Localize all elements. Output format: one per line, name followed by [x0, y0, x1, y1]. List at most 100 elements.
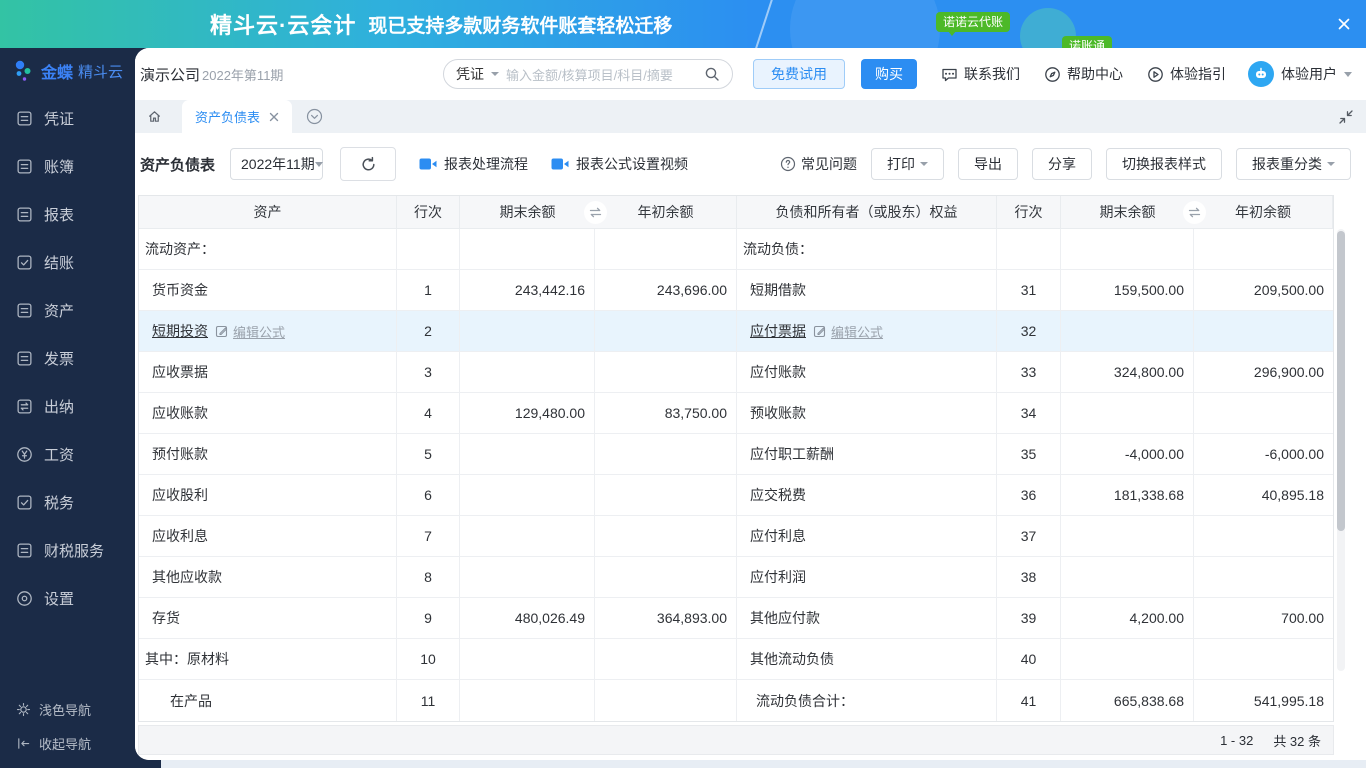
free-trial-button[interactable]: 免费试用 [753, 59, 845, 89]
asset-ending-balance-cell [460, 475, 595, 515]
global-search-input[interactable]: 凭证 输入金额/核算项目/科目/摘要 [443, 59, 733, 89]
refresh-button[interactable] [340, 147, 397, 181]
sidebar-item-payroll[interactable]: 工资 [0, 430, 135, 478]
banner-close-icon[interactable] [1336, 16, 1352, 32]
liability-name-cell: 应付票据 编辑公式 [737, 311, 997, 351]
sidebar-item-tax-service[interactable]: 财税服务 [0, 526, 135, 574]
table-row[interactable]: 应收利息 7 应付利息 37 [139, 516, 1333, 557]
period-select[interactable]: 2022年11期 [230, 148, 324, 180]
asset-beginning-balance-cell [595, 516, 737, 556]
table-row[interactable]: 货币资金 1 243,442.16 243,696.00 短期借款 31 159,500.0… [139, 270, 1333, 311]
vertical-scrollbar[interactable] [1337, 229, 1345, 671]
sidebar-item-cashier[interactable]: 出纳 [0, 382, 135, 430]
asset-beginning-balance-value: 83,750.00 [664, 405, 727, 421]
liability-ending-balance-cell: -4,000.00 [1061, 434, 1194, 474]
asset-ending-balance-cell: 480,026.49 [460, 598, 595, 638]
switch-style-button[interactable]: 切换报表样式 [1106, 148, 1222, 180]
liability-ending-balance-cell: 159,500.00 [1061, 270, 1194, 310]
contact-us-button[interactable]: 联系我们 [941, 64, 1020, 84]
table-row[interactable]: 其他应收款 8 应付利润 38 [139, 557, 1333, 598]
edit-formula-link[interactable]: 编辑公式 [831, 322, 883, 341]
asset-ending-balance-value: 129,480.00 [514, 405, 585, 421]
search-icon[interactable] [704, 66, 720, 82]
sidebar-item-voucher[interactable]: 凭证 [0, 94, 135, 142]
liability-beginning-balance-cell [1194, 557, 1333, 597]
sidebar-item-asset[interactable]: 资产 [0, 286, 135, 334]
swap-columns-icon[interactable] [584, 201, 607, 224]
share-label: 分享 [1048, 156, 1076, 172]
table-row[interactable]: 预付账款 5 应付职工薪酬 35 -4,000.00 -6,000.00 [139, 434, 1333, 475]
chat-icon [942, 68, 957, 81]
liability-name: 短期借款 [750, 282, 806, 298]
table-row[interactable]: 在产品 11 流动负债合计： 41 665,838.68 541,995.18 [139, 680, 1333, 721]
asset-line-no-value: 5 [424, 446, 432, 462]
liability-line-no-cell: 37 [997, 516, 1061, 556]
asset-ending-balance-cell: 129,480.00 [460, 393, 595, 433]
user-menu[interactable]: 体验用户 [1248, 61, 1352, 87]
asset-formula-link[interactable]: 短期投资 [152, 321, 208, 341]
liability-name-cell: 流动负债合计： [737, 680, 997, 721]
asset-beginning-balance-cell [595, 475, 737, 515]
company-period-label: 演示公司 2022年第11期 [140, 64, 283, 85]
asset-line-no-value: 2 [424, 323, 432, 339]
liability-line-no-value: 38 [1020, 569, 1037, 585]
formula-video-link[interactable]: 报表公式设置视频 [551, 154, 688, 174]
edit-formula-icon[interactable] [813, 324, 827, 338]
asset-ending-balance-value: 480,026.49 [514, 610, 585, 626]
table-row[interactable]: 应收账款 4 129,480.00 83,750.00 预收账款 34 [139, 393, 1333, 434]
tab-balance-sheet[interactable]: 资产负债表 [182, 100, 293, 133]
liability-line-no-cell [997, 229, 1061, 269]
asset-name-cell: 短期投资 编辑公式 [139, 311, 397, 351]
export-button[interactable]: 导出 [958, 148, 1018, 180]
liability-ending-balance-value: 324,800.00 [1113, 364, 1184, 380]
table-row[interactable]: 流动资产： 流动负债： [139, 229, 1333, 270]
tab-close-icon[interactable] [269, 112, 279, 122]
sidebar-item-report[interactable]: 报表 [0, 190, 135, 238]
edit-formula-icon[interactable] [215, 324, 229, 338]
sidebar-item-label: 工资 [44, 446, 75, 464]
edit-formula-link[interactable]: 编辑公式 [233, 322, 285, 341]
sidebar-item-ledger[interactable]: 账簿 [0, 142, 135, 190]
reclassify-label: 报表重分类 [1252, 156, 1322, 172]
sidebar-item-label: 凭证 [44, 110, 75, 128]
report-flow-link[interactable]: 报表处理流程 [419, 154, 528, 174]
table-row[interactable]: 应收票据 3 应付账款 33 324,800.00 296,900.00 [139, 352, 1333, 393]
liability-ending-balance-cell [1061, 639, 1194, 679]
sidebar-item-closing[interactable]: 结账 [0, 238, 135, 286]
swap-columns-icon[interactable] [1183, 201, 1206, 224]
liability-formula-link[interactable]: 应付票据 [750, 321, 806, 341]
table-row[interactable]: 其中：原材料 10 其他流动负债 40 [139, 639, 1333, 680]
asset-name: 预付账款 [152, 446, 208, 462]
asset-beginning-balance-cell: 243,696.00 [595, 270, 737, 310]
sidebar-item-tax[interactable]: 税务 [0, 478, 135, 526]
liability-line-no-cell: 32 [997, 311, 1061, 351]
search-category-select[interactable]: 凭证 [456, 64, 484, 84]
experience-guide-button[interactable]: 体验指引 [1147, 64, 1226, 84]
column-header-ending-balance: 期末余额 [499, 204, 556, 220]
share-button[interactable]: 分享 [1032, 148, 1092, 180]
liability-ending-balance-cell [1061, 311, 1194, 351]
help-center-button[interactable]: 帮助中心 [1044, 64, 1123, 84]
faq-link[interactable]: 常见问题 [780, 154, 857, 174]
liability-beginning-balance-cell: 700.00 [1194, 598, 1333, 638]
video-camera-icon [419, 158, 437, 170]
fullscreen-toggle-icon[interactable] [1339, 109, 1353, 124]
scrollbar-thumb[interactable] [1337, 231, 1345, 531]
table-row[interactable]: 短期投资 编辑公式 2 应付票据 编辑公式 32 [139, 311, 1333, 352]
sidebar-item-settings[interactable]: 设置 [0, 574, 135, 622]
buy-button[interactable]: 购买 [861, 59, 917, 89]
table-row[interactable]: 存货 9 480,026.49 364,893.00 其他应付款 39 4,200.00 70… [139, 598, 1333, 639]
tax-service-icon [17, 542, 32, 558]
table-row[interactable]: 应收股利 6 应交税费 36 181,338.68 40,895.18 [139, 475, 1333, 516]
sidebar-item-invoice[interactable]: 发票 [0, 334, 135, 382]
home-tab-icon[interactable] [147, 109, 162, 124]
liability-ending-balance-cell [1061, 393, 1194, 433]
sidebar-item-label: 浅色导航 [39, 702, 92, 718]
reclassify-button[interactable]: 报表重分类 [1236, 148, 1351, 180]
cashier-icon [17, 398, 32, 414]
print-button[interactable]: 打印 [871, 148, 944, 180]
sidebar-item-label: 出纳 [44, 398, 75, 416]
tab-list-dropdown-icon[interactable] [306, 108, 323, 125]
sidebar-item-light-nav[interactable]: 浅色导航 [0, 692, 135, 726]
sidebar-item-collapse-nav[interactable]: 收起导航 [0, 726, 135, 760]
